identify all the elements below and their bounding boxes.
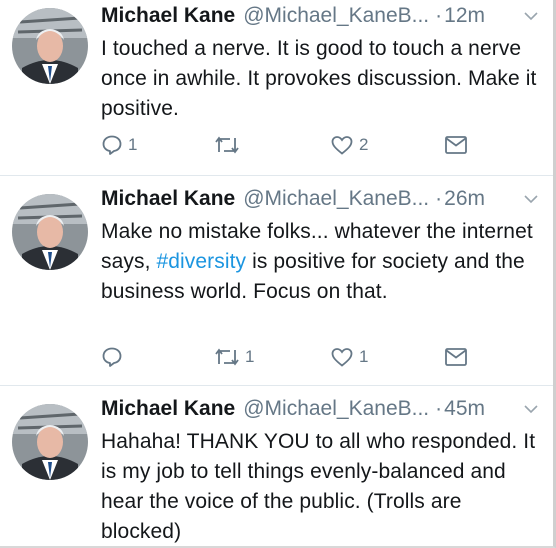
tweet[interactable]: Michael Kane @Michael_KaneB... · 12m I t… (0, 0, 553, 176)
chevron-down-icon[interactable] (523, 10, 539, 22)
timeline: Michael Kane @Michael_KaneB... · 12m I t… (0, 0, 556, 548)
avatar[interactable] (12, 8, 88, 84)
tweet-text: Hahaha! THANK YOU to all who responded. … (101, 430, 536, 543)
retweet-count: 1 (245, 347, 255, 366)
like-icon (331, 136, 353, 155)
reply-button[interactable] (101, 346, 128, 368)
retweet-button[interactable]: 1 (214, 346, 254, 368)
user-handle[interactable]: @Michael_KaneB... (243, 4, 429, 28)
avatar[interactable] (12, 194, 88, 270)
separator-dot: · (435, 187, 443, 210)
timestamp[interactable]: 12m (444, 4, 485, 28)
separator-dot: · (435, 397, 443, 420)
tweet-header: Michael Kane @Michael_KaneB... · 26m (101, 187, 543, 217)
display-name[interactable]: Michael Kane (101, 4, 235, 28)
reply-count: 1 (128, 135, 138, 154)
tweet-text: I touched a nerve. It is good to touch a… (101, 37, 537, 120)
timestamp[interactable]: 45m (444, 397, 485, 421)
tweet-actions: 1 1 (101, 346, 491, 372)
tweet-actions: 1 2 (101, 134, 491, 160)
like-count: 1 (359, 347, 369, 366)
direct-message-button[interactable] (444, 346, 468, 368)
reply-icon (102, 135, 122, 155)
retweet-icon (215, 136, 239, 154)
like-count: 2 (359, 135, 369, 154)
like-button[interactable]: 2 (330, 134, 368, 156)
tweet-header: Michael Kane @Michael_KaneB... · 12m (101, 4, 543, 34)
message-icon (445, 348, 467, 366)
like-button[interactable]: 1 (330, 346, 368, 368)
chevron-down-icon[interactable] (523, 193, 539, 205)
timestamp[interactable]: 26m (444, 187, 485, 211)
separator-dot: · (435, 4, 443, 27)
reply-button[interactable]: 1 (101, 134, 137, 156)
tweet[interactable]: Michael Kane @Michael_KaneB... · 26m Mak… (0, 176, 553, 386)
hashtag-link[interactable]: #diversity (156, 250, 246, 273)
message-icon (445, 136, 467, 154)
direct-message-button[interactable] (444, 134, 468, 156)
reply-icon (102, 347, 122, 367)
like-icon (331, 348, 353, 367)
chevron-down-icon[interactable] (523, 403, 539, 415)
tweet-header: Michael Kane @Michael_KaneB... · 45m (101, 397, 543, 427)
tweet[interactable]: Michael Kane @Michael_KaneB... · 45m Hah… (0, 386, 553, 546)
user-handle[interactable]: @Michael_KaneB... (243, 187, 429, 211)
display-name[interactable]: Michael Kane (101, 397, 235, 421)
retweet-button[interactable] (214, 134, 245, 156)
user-handle[interactable]: @Michael_KaneB... (243, 397, 429, 421)
avatar[interactable] (12, 404, 88, 480)
display-name[interactable]: Michael Kane (101, 187, 235, 211)
tweet-text: Make no mistake folks... whatever the in… (101, 217, 543, 307)
retweet-icon (215, 348, 239, 366)
